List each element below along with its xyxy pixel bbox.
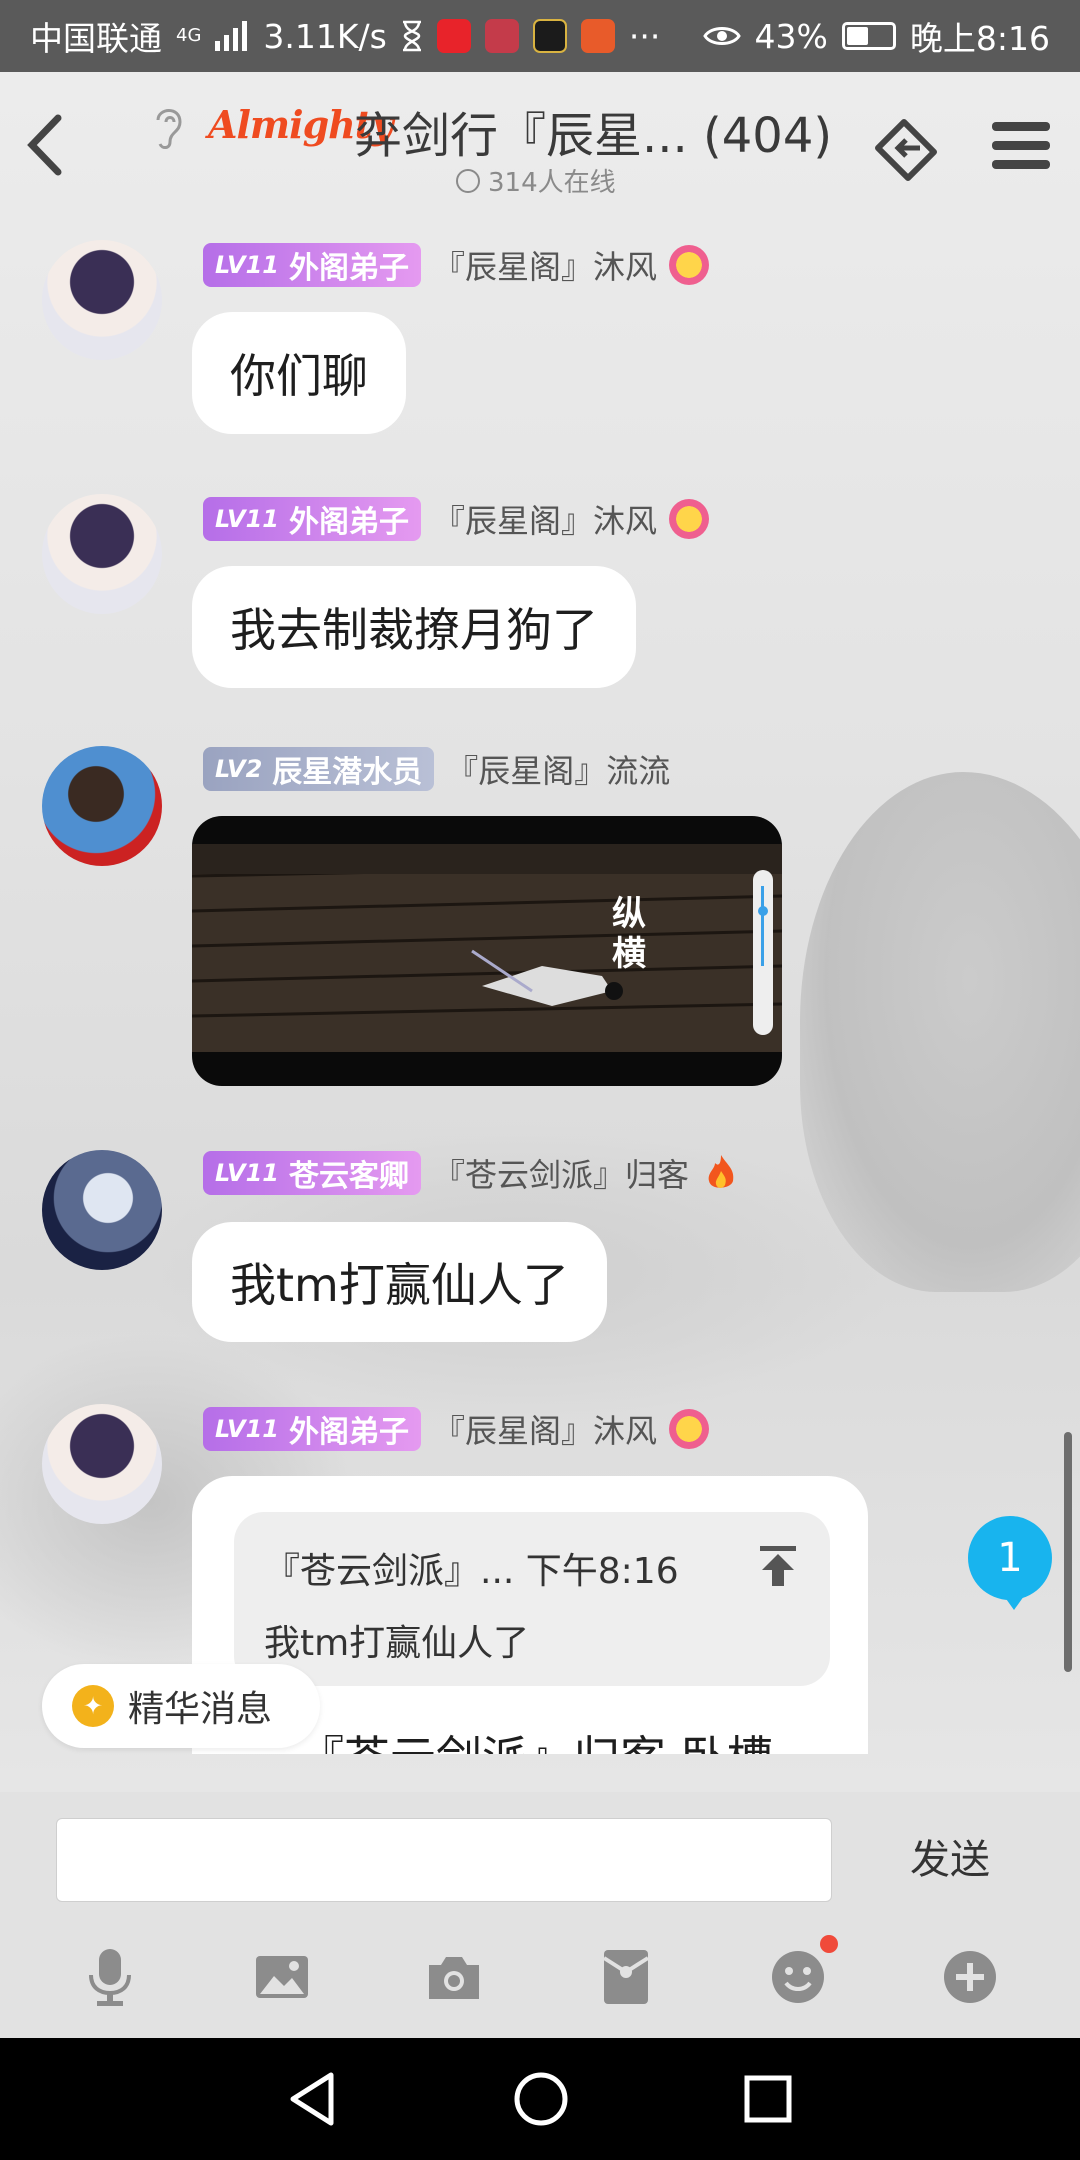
camera-icon	[429, 1957, 479, 1999]
avatar[interactable]	[42, 1150, 162, 1270]
essence-label: 精华消息	[128, 1689, 273, 1730]
reply-text: 『苍云剑派』归客 卧槽	[298, 1722, 773, 1754]
sender-row: LV11 外阁弟子 『辰星阁』沐风	[203, 496, 709, 542]
more-notifications: ···	[628, 16, 661, 56]
group-title[interactable]: 弈剑行『辰星... (404)	[354, 96, 832, 166]
sender-row: LV11 外阁弟子 『辰星阁』沐风	[203, 242, 709, 288]
sender-name[interactable]: 『辰星阁』沐风	[433, 242, 657, 288]
online-icon	[456, 168, 480, 193]
network-type: 4G	[176, 25, 202, 46]
signal-icon	[215, 21, 248, 51]
status-bar: 中国联通 4G 3.11K/s ··· 43% 晚上8:16	[0, 0, 1080, 72]
unread-badge[interactable]: 1	[968, 1516, 1052, 1610]
sender-name[interactable]: 『苍云剑派』归客	[433, 1150, 689, 1196]
sender-row: LV11 苍云客卿 『苍云剑派』归客	[203, 1150, 741, 1196]
sender-name[interactable]: 『辰星阁』流流	[446, 746, 670, 792]
clock: 晚上8:16	[909, 19, 1050, 58]
plus-circle-icon	[944, 1951, 996, 2003]
app-icon-orange	[580, 19, 615, 53]
avatar[interactable]	[42, 1404, 162, 1524]
nav-home-icon[interactable]	[513, 2071, 569, 2127]
quote-header: 『苍云剑派』... 下午8:16	[264, 1551, 679, 1592]
level-badge: LV11 外阁弟子	[203, 243, 421, 287]
sender-row: LV11 外阁弟子 『辰星阁』沐风	[203, 1406, 709, 1452]
sender-name[interactable]: 『辰星阁』沐风	[433, 496, 657, 542]
essence-messages-button[interactable]: ✦ 精华消息	[42, 1664, 320, 1748]
quoted-message[interactable]: 『苍云剑派』... 下午8:16 我tm打赢仙人了	[234, 1512, 830, 1686]
system-nav-bar	[0, 2038, 1080, 2160]
pin-top-icon[interactable]	[754, 1542, 802, 1590]
level-badge: LV2 辰星潜水员	[203, 747, 435, 791]
battery-icon	[841, 22, 896, 50]
scrollbar[interactable]	[1064, 1432, 1072, 1672]
smile-flower-icon	[668, 1409, 709, 1449]
smile-flower-icon	[668, 245, 709, 285]
sparkle-icon: ✦	[72, 1685, 114, 1727]
camera-button[interactable]	[418, 1941, 490, 2013]
video-caption: 纵横	[612, 894, 646, 974]
video-message[interactable]: 纵横	[192, 816, 782, 1086]
online-count-text: 314人在线	[488, 168, 616, 198]
level-badge: LV11 外阁弟子	[203, 497, 421, 541]
message-bubble[interactable]: 我去制裁撩月狗了	[192, 566, 636, 688]
level-badge: LV11 外阁弟子	[203, 1407, 421, 1451]
more-button[interactable]	[934, 1941, 1006, 2013]
red-packet-button[interactable]	[590, 1941, 662, 2013]
back-icon[interactable]	[18, 110, 78, 180]
net-speed: 3.11K/s	[263, 16, 387, 56]
quote-text: 我tm打赢仙人了	[264, 1623, 530, 1664]
input-toolbar	[0, 1916, 1080, 2038]
input-area: 发送	[0, 1792, 1080, 1916]
fire-icon	[708, 1155, 734, 1188]
avatar[interactable]	[42, 746, 162, 866]
message-input[interactable]	[56, 1818, 832, 1902]
app-icon-dark	[532, 19, 567, 53]
chat-header: Almighty 弈剑行『辰星... (404) 314人在线	[0, 72, 1080, 202]
video-thumbnail	[192, 844, 782, 1052]
smiley-icon	[772, 1951, 824, 2003]
eye-icon	[702, 27, 741, 45]
red-packet-icon	[602, 1950, 650, 2004]
online-count: 314人在线	[456, 162, 616, 199]
sender-row: LV2 辰星潜水员 『辰星阁』流流	[203, 746, 670, 792]
notification-dot	[820, 1935, 838, 1953]
avatar[interactable]	[42, 494, 162, 614]
share-icon[interactable]	[868, 108, 944, 184]
microphone-icon	[89, 1949, 131, 2006]
hourglass-icon	[402, 20, 421, 52]
image-button[interactable]	[246, 1941, 318, 2013]
sender-name[interactable]: 『辰星阁』沐风	[433, 1406, 657, 1452]
message-bubble[interactable]: 你们聊	[192, 312, 406, 434]
smile-flower-icon	[668, 499, 709, 539]
message-bubble[interactable]: 我tm打赢仙人了	[192, 1222, 607, 1342]
avatar[interactable]	[42, 240, 162, 360]
app-icon-rose	[484, 19, 519, 53]
battery-percent: 43%	[754, 16, 828, 56]
app-icon-red	[436, 19, 471, 53]
level-badge: LV11 苍云客卿	[203, 1151, 421, 1195]
ear-icon[interactable]	[150, 102, 186, 152]
carrier: 中国联通	[30, 19, 162, 58]
menu-icon[interactable]	[990, 118, 1052, 174]
send-button[interactable]: 发送	[880, 1814, 1020, 1898]
nav-recents-icon[interactable]	[743, 2074, 793, 2124]
image-icon	[256, 1956, 308, 1998]
voice-button[interactable]	[74, 1941, 146, 2013]
emoji-button[interactable]	[762, 1935, 838, 2013]
nav-back-icon[interactable]	[287, 2071, 339, 2127]
